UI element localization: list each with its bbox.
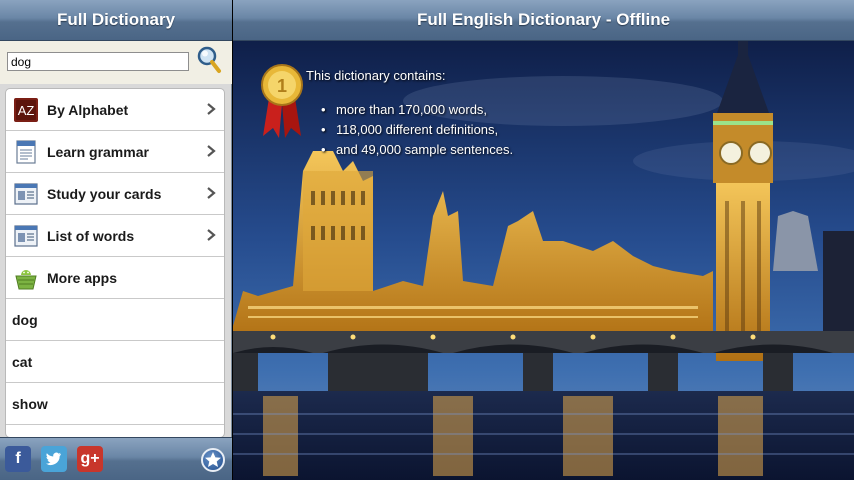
search-icon[interactable] xyxy=(196,45,222,75)
gold-medal-icon: 1 xyxy=(261,64,303,138)
info-list-item: and 49,000 sample sentences. xyxy=(321,140,513,160)
menu-item-list-of-words[interactable]: List of words xyxy=(6,215,224,257)
google-plus-icon[interactable]: g+ xyxy=(77,446,103,472)
search-input[interactable] xyxy=(7,52,189,71)
svg-text:AZ: AZ xyxy=(18,103,35,118)
menu-item-label: By Alphabet xyxy=(47,101,129,118)
word-list-icon xyxy=(14,224,38,247)
twitter-icon[interactable] xyxy=(41,446,67,472)
history-word-item[interactable]: cat xyxy=(6,341,224,383)
chevron-right-icon xyxy=(207,145,216,157)
facebook-icon[interactable]: f xyxy=(5,446,31,472)
sidebar: Full Dictionary AZ By Alphabet xyxy=(0,0,232,480)
bottom-toolbar: f g+ xyxy=(0,437,232,480)
menu-item-label: List of words xyxy=(47,227,135,244)
content-header: Full English Dictionary - Offline xyxy=(233,0,854,41)
menu-item-learn-grammar[interactable]: Learn grammar xyxy=(6,131,224,173)
menu-item-study-cards[interactable]: Study your cards xyxy=(6,173,224,215)
history-word-item[interactable]: show xyxy=(6,383,224,425)
chevron-right-icon xyxy=(207,229,216,241)
flashcards-icon xyxy=(14,182,38,205)
menu-item-label: Study your cards xyxy=(47,185,162,202)
svg-text:1: 1 xyxy=(277,76,287,96)
android-basket-icon xyxy=(15,269,37,289)
content-title: Full English Dictionary - Offline xyxy=(416,10,671,29)
info-list-item: 118,000 different definitions, xyxy=(321,120,513,140)
info-list: more than 170,000 words, 118,000 differe… xyxy=(321,100,513,160)
main-content: Full English Dictionary - Offline 1 This… xyxy=(233,0,854,480)
sidebar-header: Full Dictionary xyxy=(0,0,232,41)
grammar-book-icon xyxy=(16,139,36,164)
chevron-right-icon xyxy=(207,103,216,115)
menu-list: AZ By Alphabet Learn grammar Study your … xyxy=(5,88,225,438)
history-word-item[interactable]: dog xyxy=(6,299,224,341)
favorite-star-icon[interactable] xyxy=(201,448,225,472)
menu-item-by-alphabet[interactable]: AZ By Alphabet xyxy=(6,89,224,131)
chevron-right-icon xyxy=(207,187,216,199)
alphabet-az-icon: AZ xyxy=(14,97,38,122)
menu-item-more-apps[interactable]: More apps xyxy=(6,257,224,299)
menu-item-label: Learn grammar xyxy=(47,143,149,160)
menu-item-label: More apps xyxy=(47,269,118,286)
app-title: Full Dictionary xyxy=(56,10,176,29)
info-title: This dictionary contains: xyxy=(306,68,446,83)
info-list-item: more than 170,000 words, xyxy=(321,100,513,120)
